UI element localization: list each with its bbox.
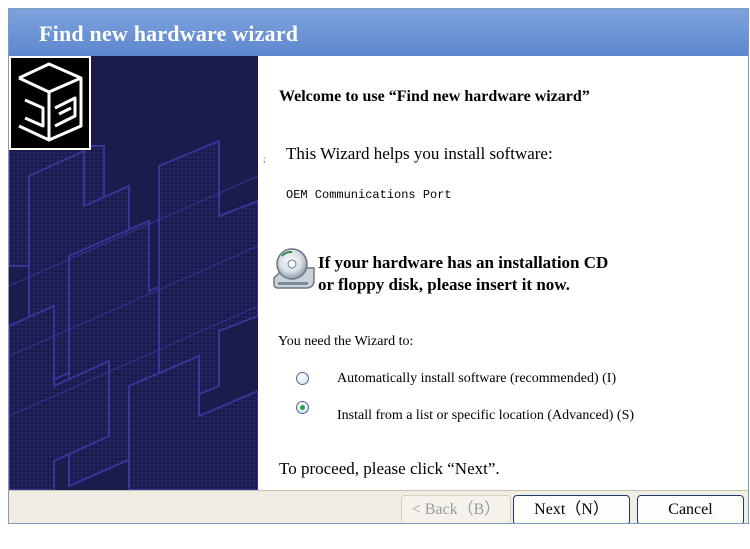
stray-mark: ; xyxy=(263,154,266,164)
auto-install-radio[interactable] xyxy=(296,372,309,385)
insert-disk-instruction: If your hardware has an installation CD … xyxy=(318,252,608,296)
specific-location-label[interactable]: Install from a list or specific location… xyxy=(337,408,634,424)
button-bar: < Back（B） Next（N） Cancel xyxy=(9,490,748,523)
hardware-wizard-icon xyxy=(9,56,91,150)
wizard-choice-label: You need the Wizard to: xyxy=(278,334,414,349)
wizard-content: Welcome to use “Find new hardware wizard… xyxy=(258,56,748,490)
title-bar[interactable]: Find new hardware wizard xyxy=(9,9,748,56)
specific-location-radio[interactable] xyxy=(296,401,309,414)
insert-disk-line-1: If your hardware has an installation CD xyxy=(318,253,609,272)
next-button[interactable]: Next（N） xyxy=(513,495,630,523)
back-button[interactable]: < Back（B） xyxy=(401,495,511,523)
auto-install-label[interactable]: Automatically install software (recommen… xyxy=(337,371,616,387)
proceed-instruction: To proceed, please click “Next”. xyxy=(279,459,500,478)
cancel-button[interactable]: Cancel xyxy=(637,495,744,523)
cd-drive-icon xyxy=(273,248,315,289)
radio-selected-dot xyxy=(300,405,305,410)
helps-text: This Wizard helps you install software: xyxy=(286,144,553,163)
insert-disk-line-2: or floppy disk, please insert it now. xyxy=(318,275,570,294)
welcome-heading: Welcome to use “Find new hardware wizard… xyxy=(279,88,590,105)
device-name: OEM Communications Port xyxy=(286,188,452,202)
wizard-window: Find new hardware wizard Welcome to use … xyxy=(8,8,749,524)
window-title: Find new hardware wizard xyxy=(39,21,299,46)
side-panel-graphic xyxy=(9,56,258,490)
